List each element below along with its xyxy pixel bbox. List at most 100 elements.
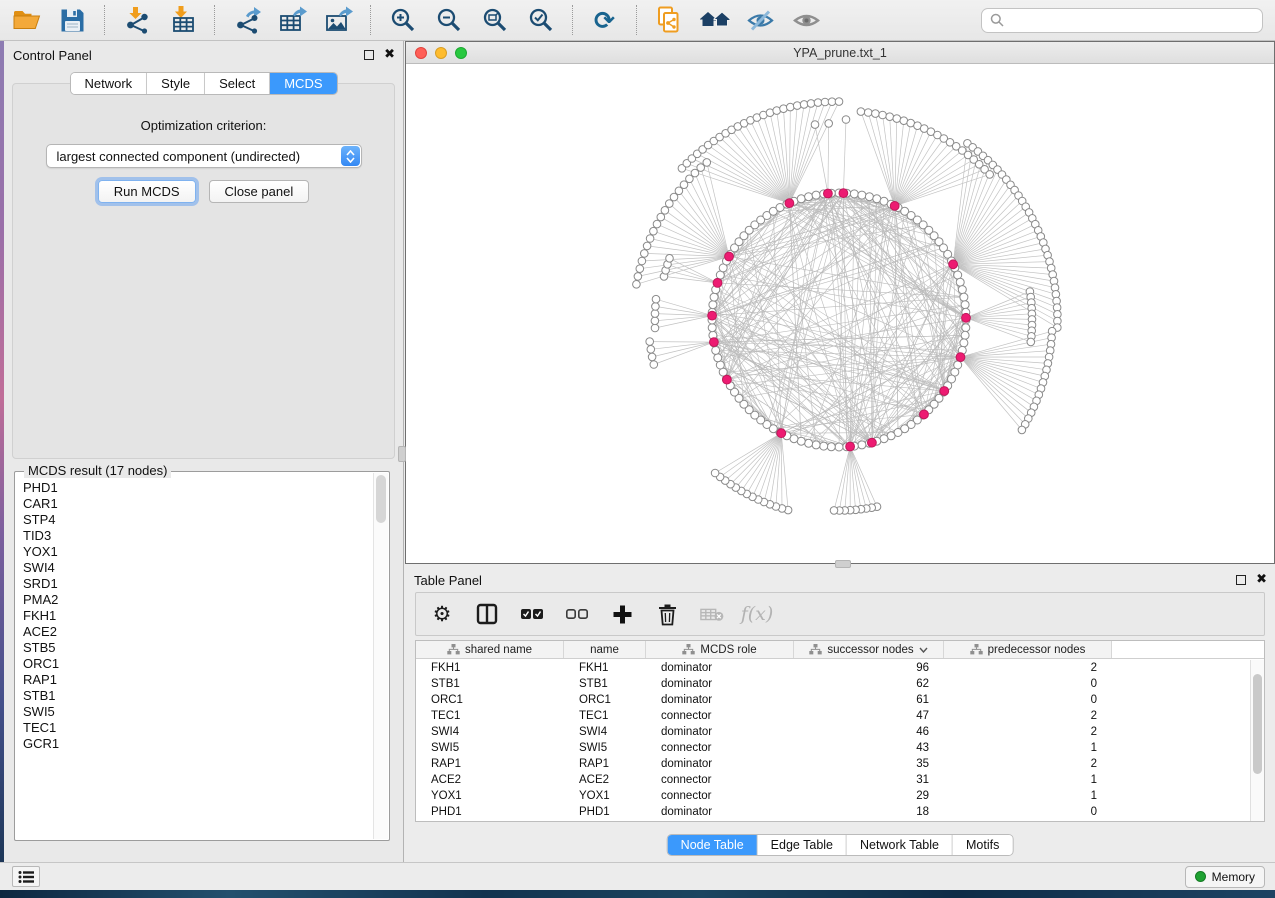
window-zoom-light[interactable] — [455, 47, 467, 59]
window-minimize-light[interactable] — [435, 47, 447, 59]
mcds-node[interactable]: RAP1 — [16, 672, 373, 688]
mcds-node[interactable]: ORC1 — [16, 656, 373, 672]
tab-node-table[interactable]: Node Table — [668, 835, 758, 855]
mcds-node[interactable]: GCR1 — [16, 736, 373, 752]
tab-style[interactable]: Style — [147, 73, 205, 94]
table-scrollbar[interactable] — [1250, 660, 1264, 821]
tab-network[interactable]: Network — [70, 73, 147, 94]
table-panel: Table Panel ✖ ⚙ f(x) shar — [405, 566, 1275, 862]
mcds-node[interactable]: PMA2 — [16, 592, 373, 608]
export-network-icon[interactable] — [230, 5, 263, 35]
mcds-node[interactable]: FKH1 — [16, 608, 373, 624]
unselect-all-icon[interactable] — [565, 601, 589, 627]
show-graphics-details-icon[interactable] — [790, 5, 823, 35]
close-panel-icon[interactable]: ✖ — [1256, 573, 1267, 586]
column-header-successor-nodes[interactable]: successor nodes — [794, 641, 944, 658]
memory-button[interactable]: Memory — [1185, 866, 1265, 888]
column-header-predecessor-nodes[interactable]: predecessor nodes — [944, 641, 1112, 658]
mcds-node[interactable]: STB1 — [16, 688, 373, 704]
table-options-gear-icon[interactable]: ⚙ — [430, 601, 454, 627]
search-icon — [990, 13, 1004, 27]
task-list-icon — [18, 870, 34, 884]
desktop-wallpaper-bottom-edge — [0, 890, 1275, 898]
hide-selected-icon[interactable] — [744, 5, 777, 35]
memory-status-dot-icon — [1195, 871, 1206, 882]
table-row[interactable]: RAP1RAP1dominator352 — [416, 756, 1250, 772]
task-history-button[interactable] — [12, 866, 40, 887]
mcds-node[interactable]: ACE2 — [16, 624, 373, 640]
tab-mcds[interactable]: MCDS — [270, 73, 336, 94]
table-row[interactable]: ORC1ORC1dominator610 — [416, 692, 1250, 708]
table-row[interactable]: SWI5SWI5connector431 — [416, 740, 1250, 756]
first-neighbors-icon[interactable] — [698, 5, 731, 35]
mcds-node[interactable]: SWI4 — [16, 560, 373, 576]
close-panel-button[interactable]: Close panel — [209, 180, 310, 203]
mcds-node[interactable]: CAR1 — [16, 496, 373, 512]
tab-network-table[interactable]: Network Table — [847, 835, 953, 855]
optimization-criterion-label: Optimization criterion: — [13, 118, 394, 133]
zoom-out-icon[interactable] — [432, 5, 465, 35]
mcds-node[interactable]: SRD1 — [16, 576, 373, 592]
attribute-tree-icon — [970, 644, 983, 655]
zoom-fit-icon[interactable] — [478, 5, 511, 35]
control-panel-tabs: Network Style Select MCDS — [69, 72, 337, 95]
save-session-icon[interactable] — [56, 5, 89, 35]
import-network-icon[interactable] — [120, 5, 153, 35]
tab-select[interactable]: Select — [205, 73, 270, 94]
table-row[interactable]: SWI4SWI4dominator462 — [416, 724, 1250, 740]
mcds-list-scrollbar[interactable] — [373, 473, 388, 839]
table-row[interactable]: STB1STB1dominator620 — [416, 676, 1250, 692]
zoom-selected-icon[interactable] — [524, 5, 557, 35]
network-window-titlebar[interactable]: YPA_prune.txt_1 — [406, 42, 1274, 64]
select-all-icon[interactable] — [520, 601, 544, 627]
close-panel-icon[interactable]: ✖ — [384, 48, 395, 61]
vertical-splitter-grip[interactable] — [398, 446, 406, 462]
export-table-icon[interactable] — [276, 5, 309, 35]
table-row[interactable]: FKH1FKH1dominator962 — [416, 660, 1250, 676]
window-close-light[interactable] — [415, 47, 427, 59]
function-builder-icon: f(x) — [745, 601, 769, 627]
table-row[interactable]: PHD1PHD1dominator180 — [416, 804, 1250, 820]
toolbar-separator — [572, 5, 573, 35]
duplicate-network-icon[interactable] — [652, 5, 685, 35]
export-image-icon[interactable] — [322, 5, 355, 35]
tab-motifs[interactable]: Motifs — [953, 835, 1012, 855]
import-table-icon[interactable] — [166, 5, 199, 35]
float-panel-icon[interactable] — [364, 50, 374, 60]
mcds-node[interactable]: YOX1 — [16, 544, 373, 560]
table-row[interactable]: YOX1YOX1connector291 — [416, 788, 1250, 804]
criterion-dropdown[interactable]: largest connected component (undirected) — [46, 144, 362, 168]
mcds-node[interactable]: SWI5 — [16, 704, 373, 720]
network-canvas[interactable] — [406, 64, 1274, 563]
column-header-mcds-role[interactable]: MCDS role — [646, 641, 794, 658]
control-panel-title: Control Panel — [13, 48, 92, 63]
refresh-layout-icon[interactable]: ⟳ — [588, 5, 621, 35]
node-table-header: shared name name MCDS role successor nod… — [416, 641, 1264, 659]
mcds-node[interactable]: STB5 — [16, 640, 373, 656]
tab-edge-table[interactable]: Edge Table — [758, 835, 847, 855]
search-field[interactable] — [981, 8, 1263, 33]
table-row[interactable]: ACE2ACE2connector311 — [416, 772, 1250, 788]
memory-label: Memory — [1212, 870, 1255, 884]
run-mcds-button[interactable]: Run MCDS — [98, 180, 196, 203]
search-input[interactable] — [1009, 13, 1254, 27]
column-header-shared-name[interactable]: shared name — [416, 641, 564, 658]
table-row[interactable]: TEC1TEC1connector472 — [416, 708, 1250, 724]
open-file-icon[interactable] — [10, 5, 43, 35]
table-toolbar: ⚙ f(x) — [415, 592, 1265, 636]
float-panel-icon[interactable] — [1236, 575, 1246, 585]
delete-column-icon[interactable] — [655, 601, 679, 627]
mcds-node[interactable]: TID3 — [16, 528, 373, 544]
mcds-node[interactable]: PHD1 — [16, 480, 373, 496]
mcds-node[interactable]: TEC1 — [16, 720, 373, 736]
mcds-node[interactable]: STP4 — [16, 512, 373, 528]
split-panel-icon[interactable] — [475, 601, 499, 627]
zoom-in-icon[interactable] — [386, 5, 419, 35]
mcds-result-list[interactable]: PHD1 CAR1 STP4 TID3 YOX1 SWI4 SRD1 PMA2 … — [16, 480, 373, 839]
add-column-icon[interactable] — [610, 601, 634, 627]
horizontal-splitter-grip[interactable] — [835, 560, 851, 568]
toolbar-separator — [214, 5, 215, 35]
node-table-body: FKH1FKH1dominator962 STB1STB1dominator62… — [416, 660, 1250, 821]
main-toolbar: ⟳ — [0, 0, 1275, 41]
column-header-name[interactable]: name — [564, 641, 646, 658]
